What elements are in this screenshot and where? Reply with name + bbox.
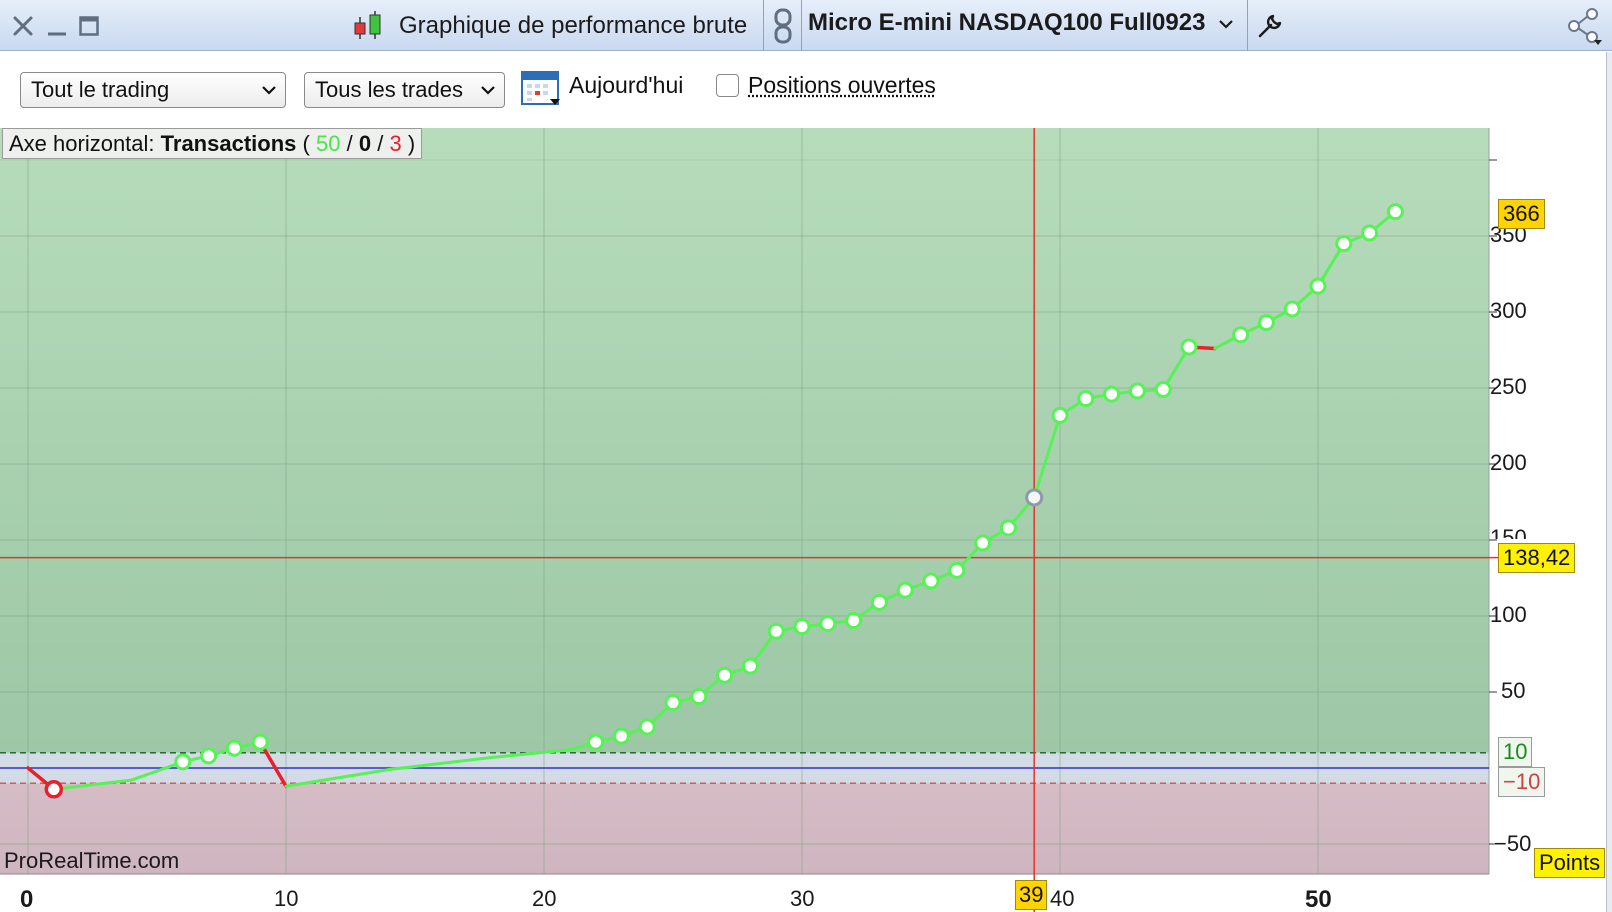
trade-point (718, 668, 732, 682)
profit-zone (0, 128, 1489, 753)
x-tick-label: 0 (20, 886, 33, 912)
last-value-badge: 366 (1498, 199, 1545, 229)
trade-point (795, 620, 809, 634)
trade-point (769, 624, 783, 638)
y-tick-label: 250 (1490, 374, 1527, 400)
trade-point (227, 741, 241, 755)
trade-point (1285, 302, 1299, 316)
watermark: ProRealTime.com (4, 848, 179, 874)
period-select[interactable]: Tout le trading (20, 72, 286, 108)
trade-point (640, 720, 654, 734)
trade-point (1105, 387, 1119, 401)
horizontal-axis-info: Axe horizontal: Transactions ( 50 / 0 / … (2, 128, 422, 159)
losing-trades-count: 3 (389, 131, 401, 156)
performance-chart[interactable] (0, 128, 1612, 912)
y-tick-label: 200 (1490, 450, 1527, 476)
x-tick-label: 10 (274, 886, 298, 912)
open-positions-label[interactable]: Positions ouvertes (748, 72, 936, 99)
separator (801, 0, 802, 51)
trade-point (1079, 392, 1093, 406)
trade-point (1363, 226, 1377, 240)
cursor-x-badge: 39 (1015, 880, 1047, 910)
x-tick-label: 40 (1050, 886, 1074, 912)
trade-point (1388, 205, 1402, 219)
trade-point (692, 690, 706, 704)
axis-mode: Transactions (161, 131, 297, 156)
wrench-icon[interactable] (1253, 0, 1287, 51)
calendar-icon[interactable] (520, 68, 562, 113)
y-tick-label: 100 (1490, 602, 1527, 628)
trade-point (976, 536, 990, 550)
trade-point (872, 595, 886, 609)
period-select-value: Tout le trading (31, 77, 169, 102)
trade-point (666, 696, 680, 710)
slash: / (347, 131, 353, 156)
minimize-icon[interactable] (42, 0, 72, 51)
trade-point (1156, 383, 1170, 397)
trade-point (1337, 237, 1351, 251)
maximize-icon[interactable] (74, 0, 104, 51)
share-icon[interactable] (1562, 0, 1606, 51)
trade-point (1001, 521, 1015, 535)
losing-trade-point (46, 782, 61, 797)
toolbar: Tout le trading Tous les trades Aujourd'… (0, 52, 1612, 126)
separator (763, 0, 764, 51)
cursor-value-badge: 138,42 (1498, 543, 1575, 573)
trade-point (1130, 384, 1144, 398)
winning-trades-count: 50 (316, 131, 340, 156)
y-tick-label: 50 (1501, 678, 1525, 704)
trade-point (821, 617, 835, 631)
candlestick-icon (350, 0, 386, 51)
window-title: Graphique de performance brute (399, 12, 747, 40)
trade-point (1311, 279, 1325, 293)
instrument-selector[interactable]: Micro E-mini NASDAQ100 Full0923 (808, 9, 1205, 37)
trade-point (1053, 408, 1067, 422)
trade-point (176, 755, 190, 769)
separator (1247, 0, 1248, 51)
selected-trade-point (1027, 490, 1042, 505)
link-icon[interactable] (767, 0, 799, 51)
chart-canvas (0, 128, 1612, 912)
open-positions-checkbox[interactable] (716, 74, 739, 97)
scrollbar[interactable] (1606, 52, 1612, 912)
axis-prefix: Axe horizontal: (9, 131, 155, 156)
x-tick-label: 50 (1305, 886, 1332, 912)
neutral-trades-count: 0 (359, 131, 371, 156)
trades-select-value: Tous les trades (315, 77, 463, 102)
y-tick-label: −50 (1494, 831, 1531, 857)
x-tick-label: 20 (532, 886, 556, 912)
trade-point (950, 563, 964, 577)
trade-point (898, 583, 912, 597)
today-button[interactable]: Aujourd'hui (569, 72, 683, 99)
slash: / (377, 131, 383, 156)
trade-point (202, 749, 216, 763)
trade-point (614, 729, 628, 743)
units-badge: Points (1534, 848, 1605, 878)
trade-point (1234, 328, 1248, 342)
trade-point (589, 735, 603, 749)
y-tick-label: 300 (1490, 298, 1527, 324)
trade-point (1259, 316, 1273, 330)
close-paren: ) (408, 131, 415, 156)
loss-zone (0, 783, 1489, 874)
trade-point (743, 659, 757, 673)
chevron-down-icon[interactable] (1218, 10, 1234, 38)
trades-select[interactable]: Tous les trades (304, 72, 505, 108)
trade-point (1182, 340, 1196, 354)
chevron-down-icon (261, 73, 277, 109)
open-paren: ( (303, 131, 310, 156)
lower-band-badge: −10 (1498, 767, 1545, 797)
trade-point (253, 735, 267, 749)
trade-point (924, 574, 938, 588)
x-tick-label: 30 (790, 886, 814, 912)
upper-band-badge: 10 (1498, 737, 1532, 767)
chevron-down-icon (480, 73, 496, 109)
trade-point (847, 614, 861, 628)
title-bar: Graphique de performance brute Micro E-m… (0, 0, 1612, 51)
close-icon[interactable] (8, 0, 38, 51)
